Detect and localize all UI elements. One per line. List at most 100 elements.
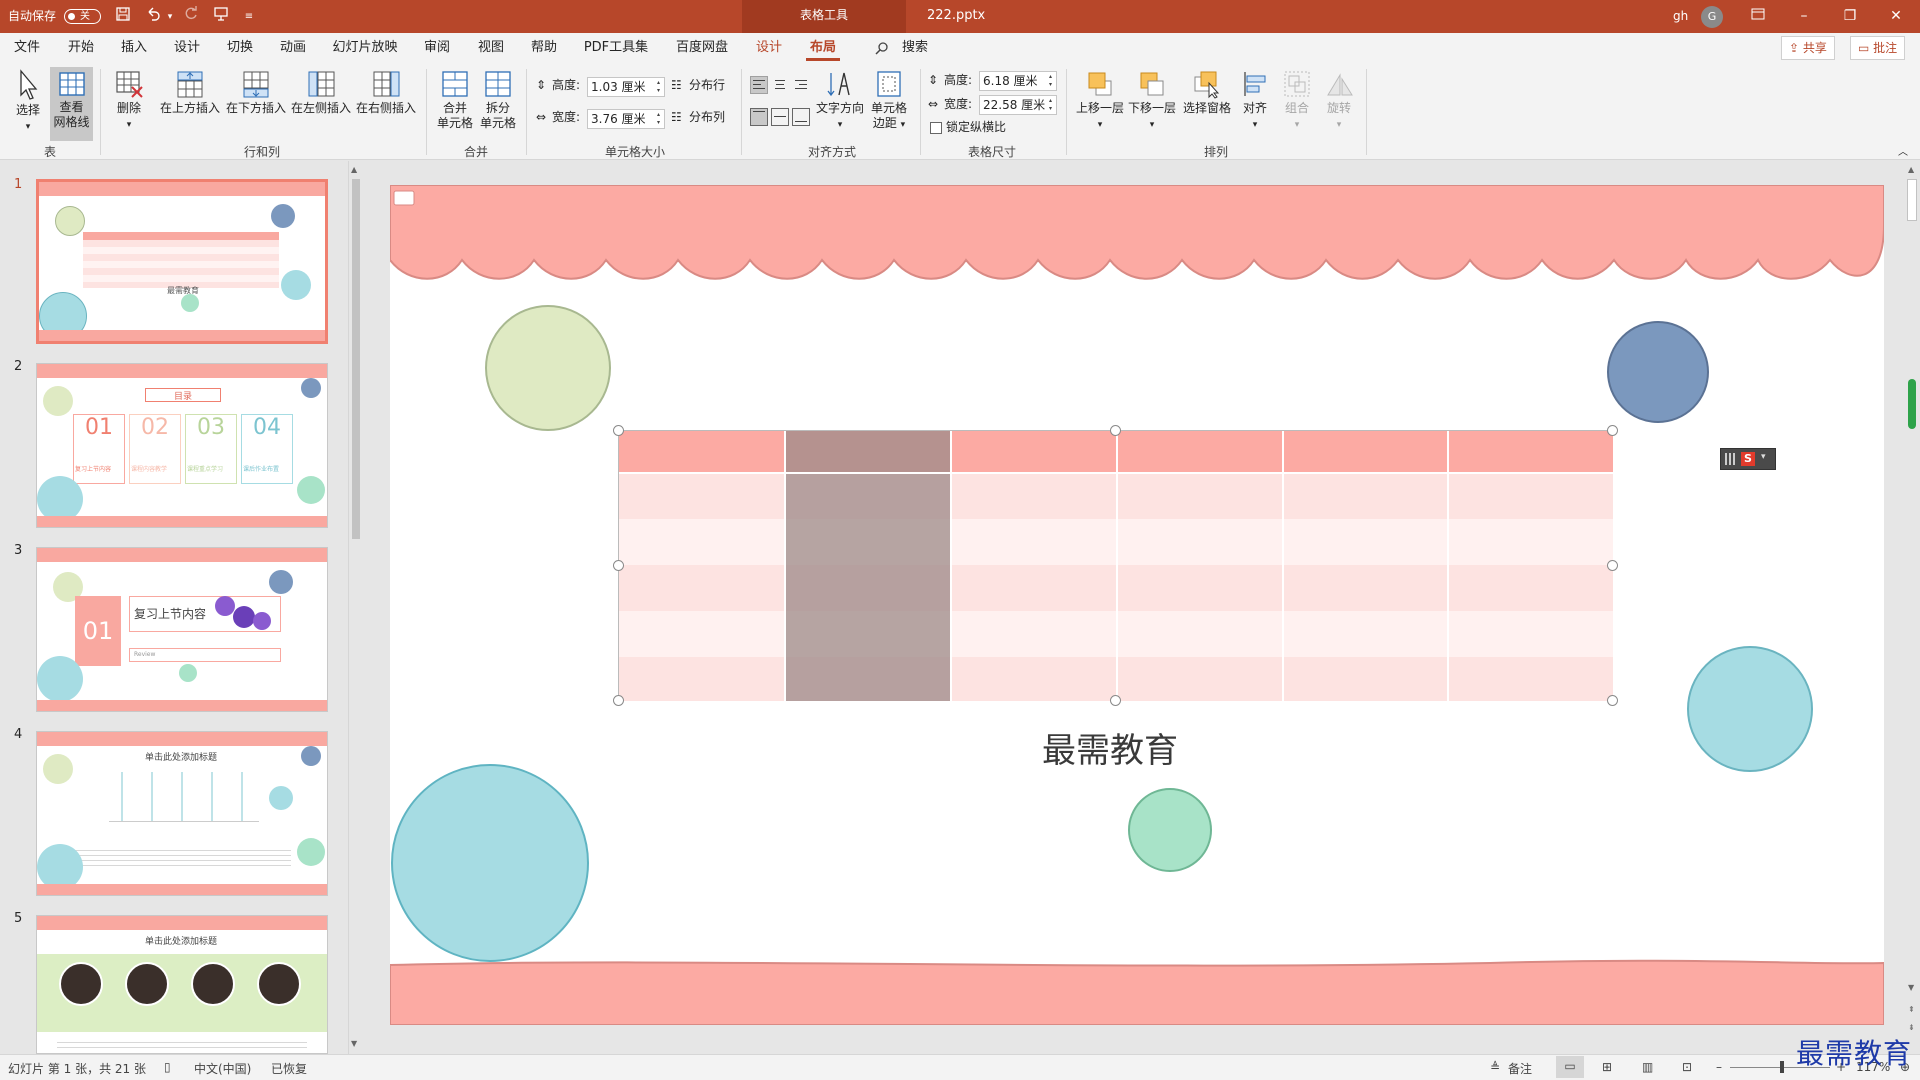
select-button[interactable]: 选择 ▾ bbox=[10, 69, 46, 141]
tab-file[interactable]: 文件 bbox=[10, 33, 44, 63]
ime-toolbar[interactable]: S ▾ bbox=[1720, 448, 1776, 470]
insert-right-button[interactable]: 在右侧插入 bbox=[354, 69, 418, 135]
resize-handle[interactable] bbox=[1607, 560, 1618, 571]
language-indicator[interactable]: 中文(中国) bbox=[194, 1060, 251, 1077]
group-objects-button[interactable]: 组合 ▾ bbox=[1278, 69, 1316, 141]
thumbnails-scrollbar[interactable]: ▲ ▼ bbox=[348, 161, 362, 1054]
lock-ratio-checkbox[interactable] bbox=[930, 122, 942, 134]
scrollbar-thumb[interactable] bbox=[1907, 179, 1917, 221]
align-right-icon[interactable] bbox=[792, 76, 810, 94]
tab-insert[interactable]: 插入 bbox=[117, 33, 151, 63]
slide-thumbnail-4[interactable]: 单击此处添加标题 bbox=[36, 731, 328, 896]
align-center-icon[interactable] bbox=[771, 76, 789, 94]
search-icon[interactable] bbox=[872, 33, 892, 63]
rotate-button[interactable]: 旋转 ▾ bbox=[1320, 69, 1358, 141]
insert-left-button[interactable]: 在左侧插入 bbox=[289, 69, 353, 135]
editor-scrollbar[interactable]: ▲ ▼ ⇞ ⇟ bbox=[1904, 161, 1920, 1054]
comments-button[interactable]: ▭ 批注 bbox=[1850, 36, 1906, 60]
notes-icon[interactable]: ≜ bbox=[1490, 1060, 1500, 1074]
next-slide-icon[interactable]: ⇟ bbox=[1908, 1023, 1915, 1032]
selection-pane-button[interactable]: 选择窗格 bbox=[1180, 69, 1234, 135]
scrollbar-thumb[interactable] bbox=[352, 179, 360, 539]
tab-transitions[interactable]: 切换 bbox=[223, 33, 257, 63]
distribute-rows-button[interactable]: 分布行 bbox=[689, 77, 725, 93]
tab-slideshow[interactable]: 幻灯片放映 bbox=[330, 33, 400, 63]
view-gridlines-button[interactable]: 查看 网格线 bbox=[50, 67, 93, 141]
align-objects-button[interactable]: 对齐 ▾ bbox=[1236, 69, 1274, 141]
autosave-toggle[interactable]: 关 bbox=[64, 9, 101, 24]
tab-table-layout[interactable]: 布局 bbox=[806, 33, 840, 63]
restore-icon[interactable]: ❐ bbox=[1827, 0, 1873, 33]
presenter-icon[interactable] bbox=[210, 6, 232, 28]
tab-home[interactable]: 开始 bbox=[64, 33, 98, 63]
align-left-icon[interactable] bbox=[750, 76, 768, 94]
spinner-icon[interactable]: ▴ ▾ bbox=[1046, 97, 1055, 113]
split-cells-button[interactable]: 拆分 单元格 bbox=[476, 69, 520, 139]
resize-handle[interactable] bbox=[613, 695, 624, 706]
slide-canvas[interactable]: 最需教育 S ▾ bbox=[390, 185, 1884, 1025]
zoom-slider-thumb[interactable] bbox=[1780, 1061, 1784, 1073]
cell-margins-button[interactable]: 单元格 边距 ▾ bbox=[866, 69, 912, 141]
align-bottom-icon[interactable] bbox=[792, 108, 810, 126]
tab-view[interactable]: 视图 bbox=[474, 33, 508, 63]
tab-design[interactable]: 设计 bbox=[170, 33, 204, 63]
send-backward-button[interactable]: 下移一层 ▾ bbox=[1126, 69, 1178, 141]
undo-icon[interactable] bbox=[142, 6, 164, 28]
slide-caption[interactable]: 最需教育 bbox=[1010, 723, 1210, 772]
sogou-logo-icon[interactable]: S bbox=[1741, 452, 1755, 466]
tab-baidu-disk[interactable]: 百度网盘 bbox=[672, 33, 732, 63]
reading-view-icon[interactable]: ▥ bbox=[1642, 1060, 1653, 1074]
insert-below-button[interactable]: 在下方插入 bbox=[224, 69, 288, 135]
cell-width-input[interactable]: 3.76 厘米 ▴ ▾ bbox=[587, 109, 665, 129]
delete-button[interactable]: 删除 ▾ bbox=[108, 69, 150, 141]
table-height-input[interactable]: 6.18 厘米 ▴ ▾ bbox=[979, 71, 1057, 91]
close-icon[interactable]: ✕ bbox=[1873, 0, 1919, 33]
save-icon[interactable] bbox=[112, 6, 134, 28]
spinner-icon[interactable]: ▴ ▾ bbox=[654, 111, 663, 127]
share-button[interactable]: ⇪ 共享 bbox=[1781, 36, 1835, 60]
scroll-down-icon[interactable]: ▼ bbox=[351, 1039, 357, 1048]
spinner-icon[interactable]: ▴ ▾ bbox=[654, 79, 663, 95]
customize-qat-icon[interactable]: ≡ bbox=[238, 6, 260, 28]
text-direction-button[interactable]: 文字方向 ▾ bbox=[815, 69, 865, 139]
prev-slide-icon[interactable]: ⇞ bbox=[1908, 1005, 1915, 1014]
slide-thumbnail-2[interactable]: 目录 01 02 03 04 复习上节内容 课程内容教学 课程重点学习 课后作业… bbox=[36, 363, 328, 528]
bring-forward-button[interactable]: 上移一层 ▾ bbox=[1074, 69, 1126, 141]
undo-dropdown-icon[interactable]: ▾ bbox=[164, 6, 176, 28]
resize-handle[interactable] bbox=[1607, 695, 1618, 706]
normal-view-icon[interactable]: ▭ bbox=[1556, 1056, 1584, 1078]
slide-sorter-icon[interactable]: ⊞ bbox=[1602, 1060, 1612, 1074]
redo-icon[interactable] bbox=[180, 6, 202, 28]
resize-handle[interactable] bbox=[1607, 425, 1618, 436]
tab-animations[interactable]: 动画 bbox=[276, 33, 310, 63]
notes-button[interactable]: 备注 bbox=[1508, 1060, 1532, 1077]
resize-handle[interactable] bbox=[1110, 695, 1121, 706]
resize-handle[interactable] bbox=[613, 560, 624, 571]
resize-handle[interactable] bbox=[1110, 425, 1121, 436]
tab-pdf-tools[interactable]: PDF工具集 bbox=[581, 33, 651, 63]
cell-height-input[interactable]: 1.03 厘米 ▴ ▾ bbox=[587, 77, 665, 97]
table-width-input[interactable]: 22.58 厘米 ▴ ▾ bbox=[979, 95, 1057, 115]
scroll-down-icon[interactable]: ▼ bbox=[1908, 983, 1914, 992]
tab-help[interactable]: 帮助 bbox=[527, 33, 561, 63]
align-top-icon[interactable] bbox=[750, 108, 768, 126]
keyboard-icon[interactable] bbox=[1725, 453, 1737, 465]
slideshow-icon[interactable]: ⊡ bbox=[1682, 1060, 1692, 1074]
minimize-icon[interactable]: – bbox=[1781, 0, 1827, 33]
slide-thumbnail-1[interactable]: 最需教育 bbox=[36, 179, 328, 344]
distribute-cols-button[interactable]: 分布列 bbox=[689, 109, 725, 125]
chevron-down-icon[interactable]: ▾ bbox=[1761, 452, 1766, 462]
ribbon-display-icon[interactable] bbox=[1735, 0, 1781, 33]
insert-above-button[interactable]: 在上方插入 bbox=[158, 69, 222, 135]
tab-table-design[interactable]: 设计 bbox=[752, 33, 786, 63]
slide-thumbnail-5[interactable]: 单击此处添加标题 bbox=[36, 915, 328, 1054]
merge-cells-button[interactable]: 合并 单元格 bbox=[433, 69, 477, 139]
tab-review[interactable]: 审阅 bbox=[420, 33, 454, 63]
zoom-out-icon[interactable]: – bbox=[1716, 1060, 1722, 1074]
avatar[interactable]: G bbox=[1701, 6, 1723, 28]
search-box[interactable]: 搜索 bbox=[898, 33, 932, 63]
scroll-up-icon[interactable]: ▲ bbox=[351, 165, 357, 174]
slide-table[interactable] bbox=[618, 430, 1613, 701]
spinner-icon[interactable]: ▴ ▾ bbox=[1046, 73, 1055, 89]
align-middle-icon[interactable] bbox=[771, 108, 789, 126]
